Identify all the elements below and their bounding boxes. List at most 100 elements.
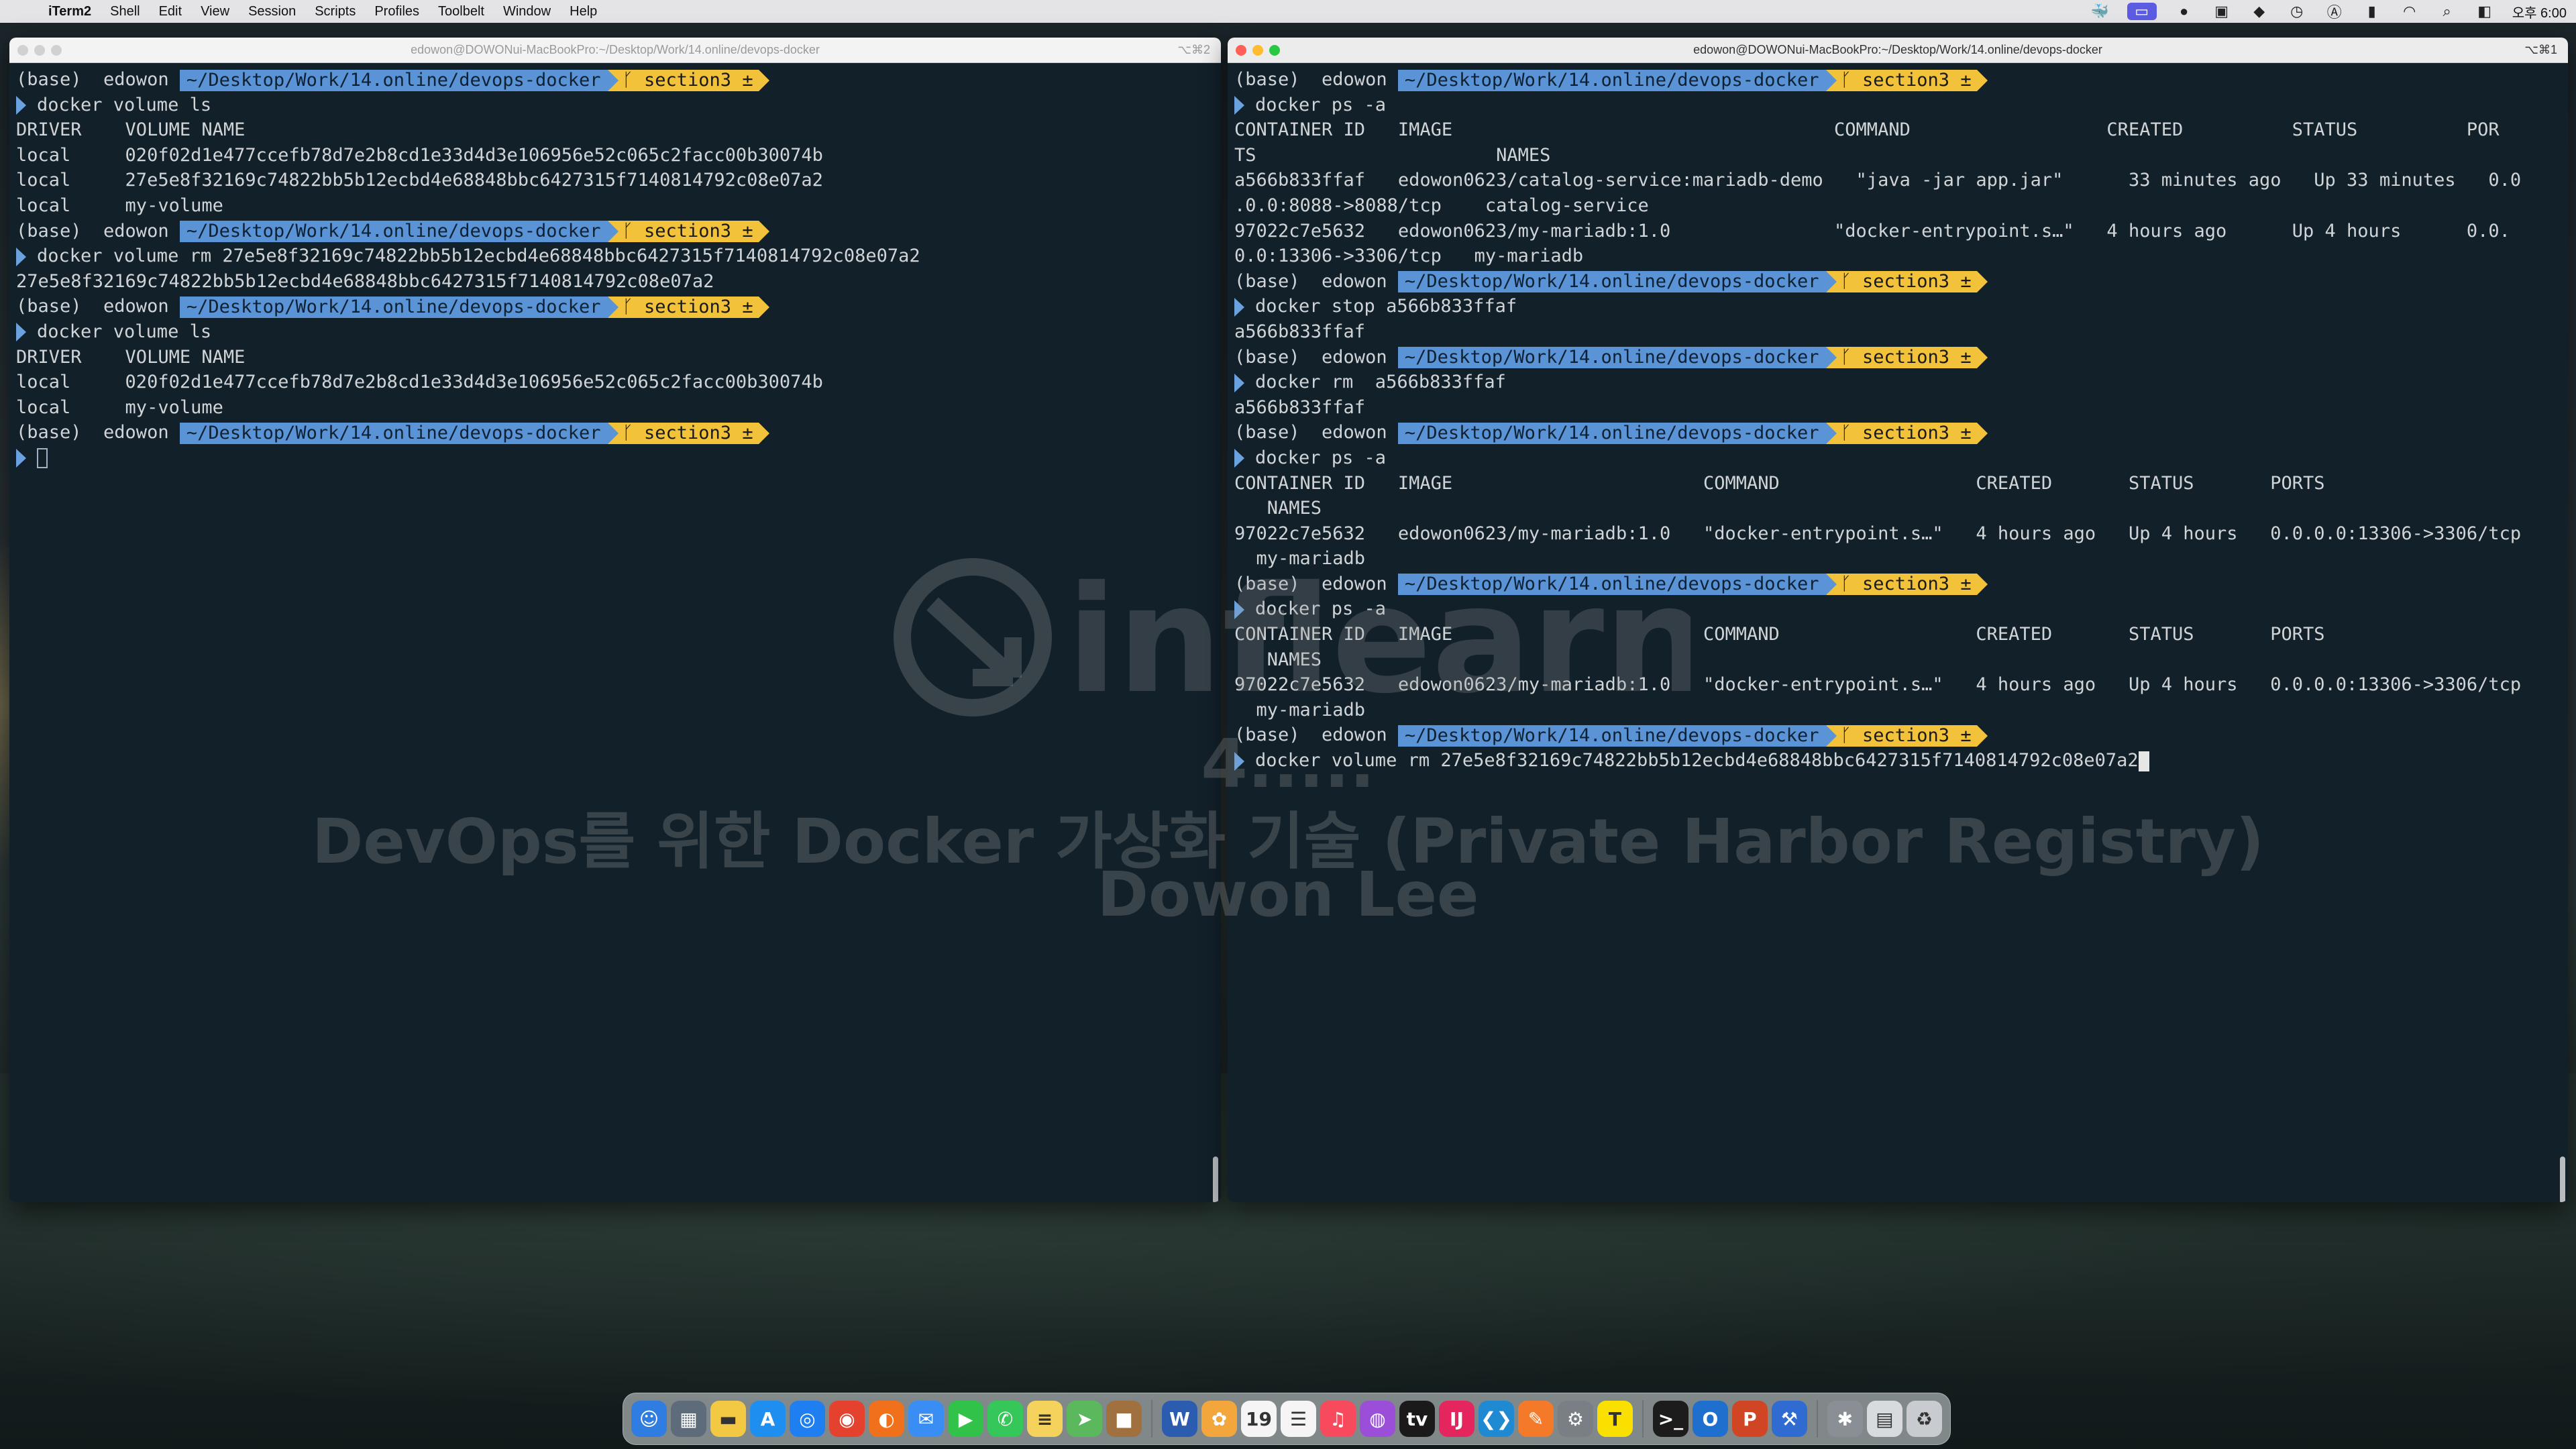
maps-icon[interactable]: ➤	[1067, 1401, 1102, 1437]
powerline-separator-icon	[1825, 724, 1837, 747]
powerline-separator-icon	[607, 69, 619, 91]
time-machine-icon[interactable]: ◷	[2287, 3, 2307, 20]
menu-profiles[interactable]: Profiles	[374, 4, 419, 19]
shell-prompt: (base) edowon ~/Desktop/Work/14.online/d…	[1234, 345, 2568, 370]
trash-icon[interactable]: ♻	[1906, 1401, 1942, 1437]
close-button[interactable]	[17, 45, 28, 56]
text-cursor[interactable]	[37, 448, 48, 469]
output-line: CONTAINER ID IMAGE COMMAND CREATED STATU…	[1234, 119, 2500, 141]
wifi-icon[interactable]: ◠	[2400, 3, 2420, 20]
prompt-user: (base) edowon	[1234, 69, 1398, 90]
prompt-user: (base) edowon	[1234, 270, 1398, 292]
powerpoint-icon[interactable]: P	[1731, 1401, 1768, 1437]
word-icon[interactable]: W	[1161, 1401, 1197, 1437]
command-text: docker volume rm 27e5e8f32169c74822bb5b1…	[1255, 750, 2139, 771]
menu-toolbelt[interactable]: Toolbelt	[438, 4, 484, 19]
music-icon[interactable]: ♫	[1320, 1401, 1356, 1437]
output-line: my-mariadb	[1234, 699, 1366, 720]
output-line: CONTAINER ID IMAGE COMMAND CREATED STATU…	[1234, 472, 2325, 494]
battery-icon[interactable]: ▮	[2362, 3, 2382, 20]
prompt-git-branch: ᚴ section3 ±	[1836, 271, 1977, 293]
notes-folder-icon[interactable]: ▬	[710, 1401, 746, 1437]
zoom-button[interactable]	[51, 45, 62, 56]
prompt-user: (base) edowon	[16, 220, 180, 241]
messages-icon[interactable]: ✆	[987, 1401, 1023, 1437]
output-line: NAMES	[1234, 498, 1322, 519]
prompt-user: (base) edowon	[1234, 573, 1398, 594]
kakaotalk-icon[interactable]: T	[1597, 1401, 1633, 1437]
gamepad-icon[interactable]: ◆	[2249, 3, 2269, 20]
powerline-separator-icon	[1825, 574, 1837, 596]
swift-playground-icon[interactable]: ✎	[1517, 1401, 1554, 1437]
launchpad-icon[interactable]: ▦	[671, 1401, 706, 1437]
close-button[interactable]	[1236, 45, 1246, 56]
xcode-icon[interactable]: ⚒	[1771, 1401, 1807, 1437]
prompt-arrow-icon	[1234, 297, 1244, 317]
outlook-icon[interactable]: O	[1692, 1401, 1728, 1437]
minimize-button[interactable]	[34, 45, 45, 56]
screen-recording-icon[interactable]: ▭	[2127, 3, 2157, 20]
terminal-icon[interactable]: >_	[1652, 1401, 1688, 1437]
facetime-icon[interactable]: ▶	[948, 1401, 983, 1437]
menu-edit[interactable]: Edit	[159, 4, 182, 19]
apple-tv-icon[interactable]: tv	[1399, 1401, 1435, 1437]
dock: ☺ ▦ ▬ A ◎ ◉ ◐ ✉ ▶ ✆ ≡ ➤ ■ W ✿ 19 ☰ ♫ ◍ tv IJ ❮❯ ✎ ⚙ T >_ O P ⚒ ✱ ▤ ♻	[623, 1393, 1951, 1445]
powerline-separator-icon	[1825, 422, 1837, 444]
vscode-icon[interactable]: ❮❯	[1478, 1401, 1514, 1437]
powerline-separator-icon	[607, 221, 619, 243]
terminal-window-left[interactable]: edowon@DOWONui-MacBookPro:~/Desktop/Work…	[9, 38, 1221, 1202]
terminal-output-left[interactable]: (base) edowon ~/Desktop/Work/14.online/d…	[9, 63, 1221, 1202]
zoom-button[interactable]	[1269, 45, 1280, 56]
output-line: 0.0:13306->3306/tcp my-mariadb	[1234, 246, 1584, 267]
intellij-icon[interactable]: IJ	[1438, 1401, 1474, 1437]
notes-icon[interactable]: ≡	[1027, 1401, 1063, 1437]
prompt-arrow-icon	[1234, 449, 1244, 468]
reminders-icon[interactable]: ☰	[1280, 1401, 1316, 1437]
output-line: a566b833ffaf	[1234, 396, 1366, 418]
photos-icon[interactable]: ✿	[1201, 1401, 1237, 1437]
chrome-icon[interactable]: ◉	[829, 1401, 865, 1437]
text-cursor[interactable]	[2138, 751, 2149, 771]
terminal-window-right[interactable]: edowon@DOWONui-MacBookPro:~/Desktop/Work…	[1228, 38, 2568, 1202]
spotlight-search-icon[interactable]: ⌕	[2437, 3, 2457, 20]
menu-help[interactable]: Help	[570, 4, 597, 19]
docker-whale-icon[interactable]: 🐳	[2090, 3, 2110, 20]
screenshot-icon[interactable]: ▣	[2212, 3, 2232, 20]
prompt-arrow-icon	[1234, 373, 1244, 392]
firefox-icon[interactable]: ◐	[869, 1401, 904, 1437]
output-line: local 020f02d1e477ccefb78d7e2b8cd1e33d4d…	[16, 144, 823, 166]
output-line: a566b833ffaf edowon0623/catalog-service:…	[1234, 170, 2522, 191]
downloads-icon[interactable]: ▤	[1866, 1401, 1902, 1437]
chat-bubble-icon[interactable]: ●	[2174, 3, 2194, 20]
scrollbar[interactable]	[2560, 1157, 2565, 1202]
menu-view[interactable]: View	[201, 4, 229, 19]
output-line: my-mariadb	[1234, 548, 1366, 570]
podcasts-icon[interactable]: ◍	[1359, 1401, 1395, 1437]
prompt-path: ~/Desktop/Work/14.online/devops-docker	[179, 422, 608, 444]
app-store-icon[interactable]: A	[750, 1401, 786, 1437]
menu-window[interactable]: Window	[503, 4, 551, 19]
terminal-output-right[interactable]: (base) edowon ~/Desktop/Work/14.online/d…	[1228, 63, 2568, 1202]
input-source-icon[interactable]: Ⓐ	[2324, 1, 2345, 22]
dock-separator	[1151, 1400, 1152, 1438]
menu-scripts[interactable]: Scripts	[315, 4, 356, 19]
window-titlebar[interactable]: edowon@DOWONui-MacBookPro:~/Desktop/Work…	[1228, 38, 2568, 63]
system-preferences-icon[interactable]: ⚙	[1557, 1401, 1593, 1437]
menu-session[interactable]: Session	[248, 4, 296, 19]
mail-icon[interactable]: ✉	[908, 1401, 944, 1437]
menu-bar: iTerm2 Shell Edit View Session Scripts P…	[0, 0, 2576, 23]
finder-icon[interactable]: ☺	[631, 1401, 667, 1437]
window-titlebar[interactable]: edowon@DOWONui-MacBookPro:~/Desktop/Work…	[9, 38, 1221, 63]
calendar-icon[interactable]: 19	[1240, 1401, 1277, 1437]
control-center-icon[interactable]: ◧	[2475, 3, 2495, 20]
gear-app-icon[interactable]: ✱	[1827, 1401, 1863, 1437]
menu-shell[interactable]: Shell	[110, 4, 140, 19]
minimize-button[interactable]	[1252, 45, 1263, 56]
scrollbar[interactable]	[1213, 1157, 1218, 1202]
brown-app-icon[interactable]: ■	[1106, 1401, 1142, 1437]
menu-app-name[interactable]: iTerm2	[48, 4, 91, 19]
safari-icon[interactable]: ◎	[790, 1401, 825, 1437]
menu-clock[interactable]: 오후 6:00	[2512, 2, 2567, 21]
shell-prompt: (base) edowon ~/Desktop/Work/14.online/d…	[1234, 67, 2568, 93]
prompt-arrow-icon	[16, 247, 26, 266]
